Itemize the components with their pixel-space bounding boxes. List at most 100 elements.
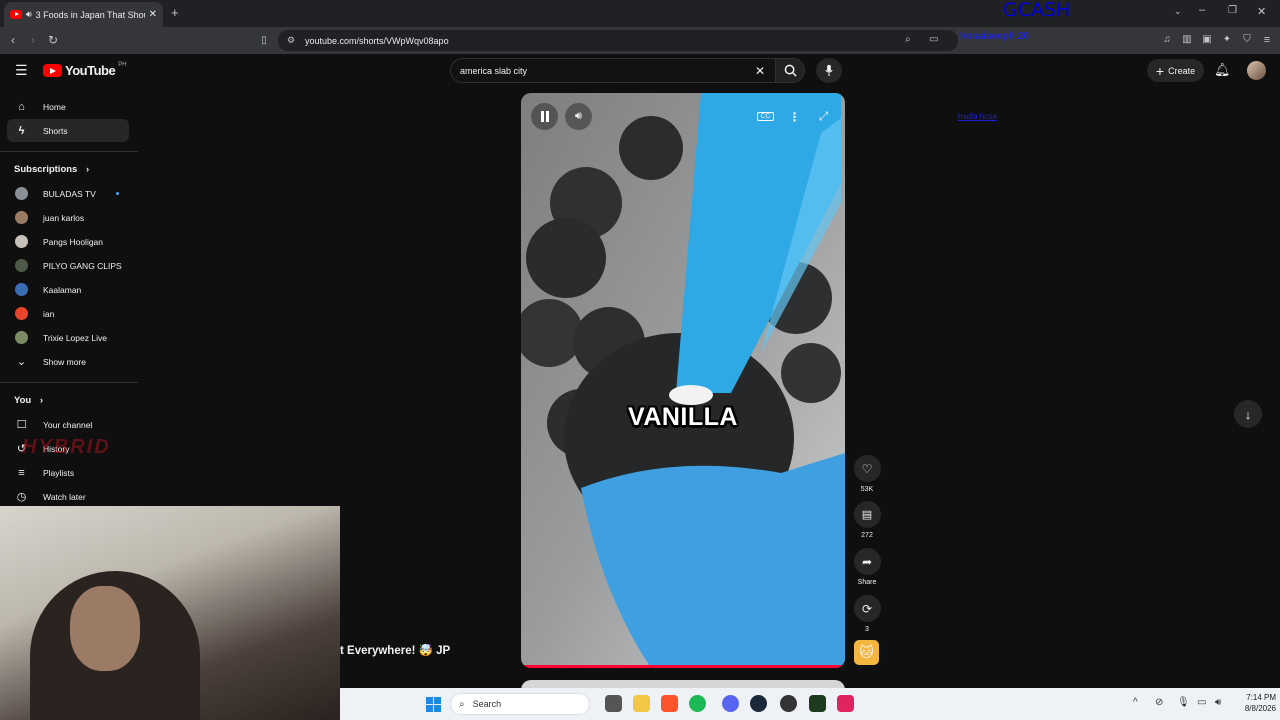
subscriptions-heading[interactable]: Subscriptions › <box>14 164 89 175</box>
site-info-icon[interactable]: ⚙ <box>287 35 295 46</box>
sidebar-item-label: Show more <box>43 356 86 367</box>
tab-search-chevron-icon[interactable]: ⌄ <box>1174 6 1182 17</box>
subscriptions-heading-label: Subscriptions <box>14 164 78 175</box>
zoom-icon[interactable]: ⌕ <box>905 34 911 45</box>
obs-icon[interactable] <box>780 695 797 712</box>
sidebar-item-label: Pangs Hooligan <box>43 236 104 247</box>
sidebar-item-subscription[interactable]: Kaalaman <box>7 278 129 301</box>
channel-avatar <box>15 187 28 200</box>
create-button[interactable]: + Create <box>1147 59 1204 82</box>
shield-icon[interactable]: ⛉ <box>1240 33 1254 47</box>
like-count: 53K <box>860 486 874 493</box>
heart-icon: ♡ <box>861 461 873 476</box>
sidebar-item-subscription[interactable]: BULADAS TV <box>7 182 129 205</box>
bookmark-icon[interactable]: ▯ <box>257 34 271 48</box>
speaker-tray-icon[interactable]: 🔊︎ <box>1215 697 1221 708</box>
speaker-icon[interactable]: 🔊︎ <box>26 9 32 20</box>
address-bar[interactable]: ⚙ youtube.com/shorts/VWpWqv08apo ⌕ ▭ <box>278 30 958 51</box>
share-button[interactable]: ➦ <box>853 548 881 575</box>
back-icon[interactable]: ‹ <box>6 33 20 47</box>
sidebar-item-label: Shorts <box>43 125 68 136</box>
guide-menu-icon[interactable]: ☰ <box>15 62 28 79</box>
windows-start-icon[interactable] <box>426 697 441 712</box>
clear-search-icon[interactable]: ✕ <box>755 64 765 78</box>
volume-button[interactable]: 🔊︎ <box>565 103 592 130</box>
logo-text: YouTube <box>65 63 116 78</box>
sound-thumbnail[interactable]: 🐱 <box>854 640 879 665</box>
new-content-dot <box>116 192 119 195</box>
sidebar-toggle-icon[interactable]: ▥ <box>1180 33 1194 47</box>
share-label: Share <box>857 579 877 586</box>
tab-close-icon[interactable]: ✕ <box>149 9 157 20</box>
window-close-button[interactable]: ✕ <box>1257 5 1266 18</box>
show-more-button[interactable]: ⌄ Show more <box>7 350 129 373</box>
window-maximize-button[interactable]: ❐ <box>1228 5 1237 16</box>
remix-count: 3 <box>865 626 869 633</box>
sidebar-item-subscription[interactable]: juan karlos <box>7 206 129 229</box>
sidebar-item-watch-later[interactable]: ◷ Watch later <box>7 485 129 508</box>
remix-button[interactable]: ⟳ <box>853 595 881 622</box>
taskbar-clock[interactable]: 7:14 PM 8/8/2026 <box>1230 692 1276 714</box>
microphone-tray-icon[interactable]: 🎙︎ <box>1177 697 1190 708</box>
cast-icon[interactable]: ▭ <box>929 34 938 45</box>
captions-button[interactable]: CC <box>752 103 779 130</box>
search-button[interactable] <box>775 58 805 83</box>
create-label: Create <box>1168 65 1196 76</box>
notifications-bell-icon[interactable]: 🔔︎ <box>1214 62 1231 78</box>
sidebar-item-your-channel[interactable]: ☐ Your channel <box>7 413 129 436</box>
like-button[interactable]: ♡ <box>853 455 881 482</box>
sidebar-item-label: Trixie Lopez Live <box>43 332 107 343</box>
home-icon: ⌂ <box>18 100 25 113</box>
comments-button[interactable]: ▤ <box>853 501 881 528</box>
reload-icon[interactable]: ↻ <box>46 33 60 47</box>
wallet-icon[interactable]: ▣ <box>1200 33 1214 47</box>
browser-tab-active[interactable]: 🔊︎ 3 Foods in Japan That Should... ✕ <box>4 2 163 27</box>
volume-icon: 🔊︎ <box>575 110 582 122</box>
pause-button[interactable] <box>531 103 558 130</box>
search-input-value: america slab city <box>460 65 528 76</box>
display-icon[interactable]: ▭ <box>1197 697 1206 708</box>
sidebar-item-home[interactable]: ⌂ Home <box>7 95 129 118</box>
remix-action: ⟳ 3 <box>851 595 883 633</box>
discord-icon[interactable] <box>722 695 739 712</box>
sidebar-item-subscription[interactable]: Trixie Lopez Live <box>7 326 129 349</box>
comment-icon: ▤ <box>861 509 873 521</box>
window-minimize-button[interactable]: – <box>1199 4 1205 16</box>
sidebar-item-shorts[interactable]: ϟ Shorts <box>7 119 129 142</box>
sidebar-item-subscription[interactable]: ian <box>7 302 129 325</box>
search-input[interactable]: america slab city ✕ <box>450 58 775 83</box>
menu-icon[interactable]: ≡ <box>1260 33 1274 47</box>
sidebar-divider <box>0 382 138 383</box>
voice-search-button[interactable] <box>816 58 842 83</box>
fullscreen-button[interactable]: ⤢ <box>810 103 837 130</box>
file-explorer-icon[interactable] <box>633 695 650 712</box>
channel-avatar <box>15 307 28 320</box>
music-icon[interactable]: ♫ <box>1160 33 1174 47</box>
share-action: ➦ Share <box>851 548 883 586</box>
steam-icon[interactable] <box>750 695 767 712</box>
video-caption-text: VANILLA <box>628 403 738 431</box>
forward-icon[interactable]: › <box>26 33 40 47</box>
taskbar-search-box[interactable]: ⌕ Search <box>450 693 590 715</box>
account-avatar[interactable] <box>1247 61 1266 80</box>
comment-count: 272 <box>861 532 873 539</box>
new-tab-button[interactable]: + <box>171 5 179 20</box>
youtube-logo[interactable]: YouTube PH <box>43 62 127 78</box>
spotify-icon[interactable] <box>689 695 706 712</box>
task-view-icon[interactable] <box>605 695 622 712</box>
terminal-icon[interactable] <box>809 695 826 712</box>
you-heading[interactable]: You › <box>14 395 43 406</box>
sidebar-item-playlists[interactable]: ≡ Playlists <box>7 461 129 484</box>
more-options-button[interactable]: ⋮ <box>781 103 808 130</box>
tray-chevron-icon[interactable]: ^ <box>1133 697 1138 708</box>
brave-browser-icon[interactable] <box>661 695 678 712</box>
sidebar-item-subscription[interactable]: Pangs Hooligan <box>7 230 129 253</box>
video-progress-bar[interactable] <box>521 665 845 668</box>
sidebar-item-subscription[interactable]: PILYO GANG CLIPS <box>7 254 129 277</box>
tiktok-icon[interactable] <box>837 695 854 712</box>
extension-icon[interactable]: ✦ <box>1220 33 1234 47</box>
youtube-favicon-icon <box>10 10 22 19</box>
next-short-button[interactable]: ↓ <box>1234 400 1262 428</box>
shorts-video-player[interactable]: 🔊︎ CC ⋮ ⤢ VANILLA <box>521 93 845 668</box>
network-icon[interactable]: ⊘ <box>1155 697 1163 708</box>
